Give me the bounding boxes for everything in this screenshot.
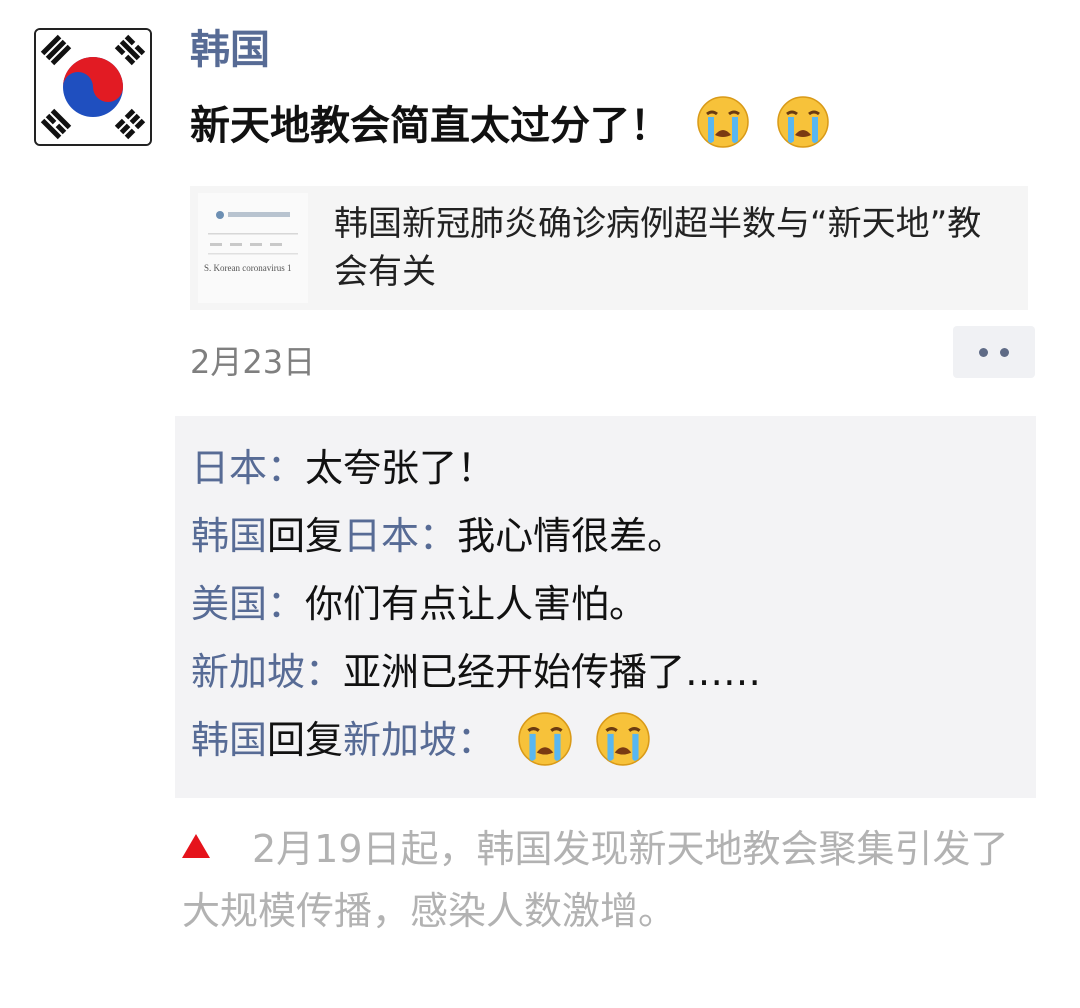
reply-word: 回复	[267, 514, 344, 558]
comment-text: 亚洲已经开始传播了……	[343, 650, 762, 694]
reply-target[interactable]: 日本	[343, 514, 419, 558]
comment-row[interactable]: 韩国回复新加坡：	[191, 706, 1036, 774]
comment-separator: ：	[419, 514, 458, 558]
crying-face-icon	[517, 711, 573, 767]
post-text: 新天地教会简直太过分了！	[190, 95, 830, 155]
avatar[interactable]	[34, 28, 152, 146]
more-dot-icon	[1000, 347, 1009, 357]
post-author-name[interactable]: 韩国	[190, 26, 270, 74]
link-thumbnail: S. Korean coronavirus 1	[198, 193, 308, 303]
caption-text: 2月19日起，韩国发现新天地教会聚集引发了大规模传播，感染人数激增。	[182, 827, 1009, 933]
red-triangle-icon	[182, 834, 210, 858]
shared-link-card[interactable]: S. Korean coronavirus 1 韩国新冠肺炎确诊病例超半数与“新…	[190, 186, 1028, 310]
crying-face-icon	[595, 711, 651, 767]
comment-row[interactable]: 美国：你们有点让人害怕。	[191, 570, 1036, 638]
comment-separator: ：	[267, 446, 306, 490]
comment-author[interactable]: 新加坡	[191, 650, 305, 694]
comment-text: 你们有点让人害怕。	[305, 582, 648, 626]
comment-author[interactable]: 美国	[191, 582, 267, 626]
more-actions-button[interactable]	[953, 326, 1035, 378]
post-text-content: 新天地教会简直太过分了！	[190, 103, 670, 149]
reply-target[interactable]: 新加坡	[343, 718, 457, 762]
comment-author[interactable]: 韩国	[191, 718, 267, 762]
comments-panel: 日本：太夸张了！ 韩国回复日本：我心情很差。 美国：你们有点让人害怕。 新加坡：…	[175, 416, 1036, 798]
post-timestamp: 2月23日	[190, 343, 316, 381]
comment-separator: ：	[305, 650, 344, 694]
comment-row[interactable]: 日本：太夸张了！	[191, 434, 1036, 502]
image-caption: 2月19日起，韩国发现新天地教会聚集引发了大规模传播，感染人数激增。	[182, 818, 1042, 942]
comment-separator: ：	[457, 718, 496, 762]
korea-flag-icon	[36, 30, 150, 144]
crying-face-icon	[696, 95, 750, 149]
link-thumbnail-caption: S. Korean coronavirus 1	[204, 263, 292, 273]
comment-row[interactable]: 新加坡：亚洲已经开始传播了……	[191, 638, 1036, 706]
comment-author[interactable]: 韩国	[191, 514, 267, 558]
more-dot-icon	[979, 347, 988, 357]
comment-separator: ：	[267, 582, 306, 626]
article-preview-icon	[198, 193, 308, 303]
link-title: 韩国新冠肺炎确诊病例超半数与“新天地”教会有关	[334, 204, 982, 292]
comment-text: 太夸张了！	[305, 446, 496, 490]
comment-author[interactable]: 日本	[191, 446, 267, 490]
reply-word: 回复	[267, 718, 344, 762]
comment-text: 我心情很差。	[457, 514, 686, 558]
crying-face-icon	[776, 95, 830, 149]
comment-row[interactable]: 韩国回复日本：我心情很差。	[191, 502, 1036, 570]
